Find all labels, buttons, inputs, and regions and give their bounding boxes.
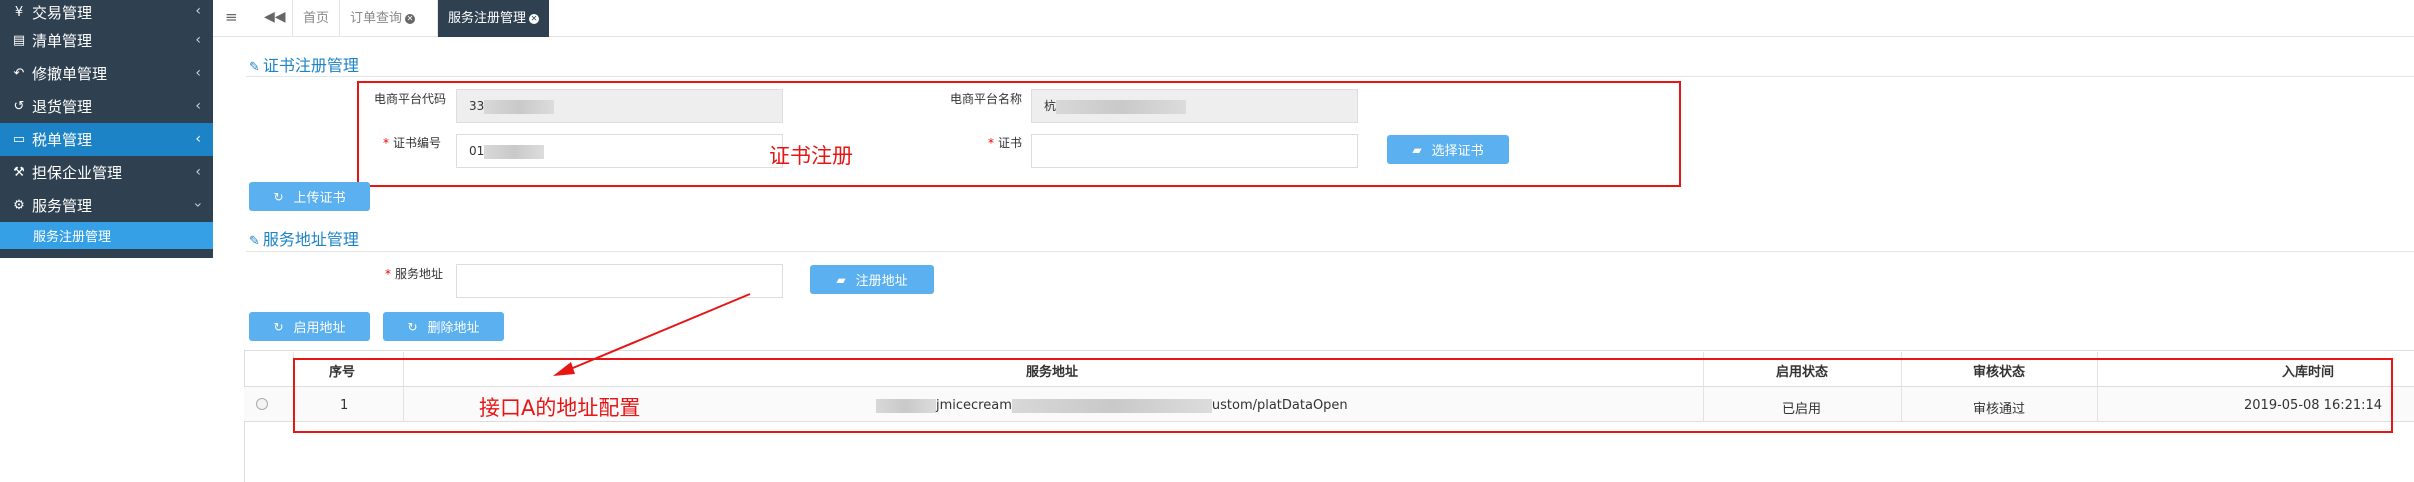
annotation-arrow bbox=[553, 293, 751, 376]
